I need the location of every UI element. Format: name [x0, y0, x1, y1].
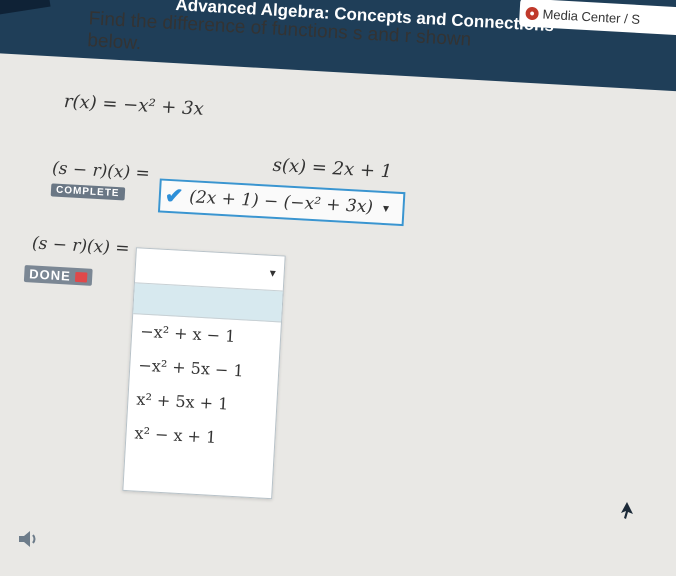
- activity-stage: Advanced Algebra: Concepts and Connectio…: [0, 0, 676, 571]
- complete-badge: COMPLETE: [50, 183, 125, 201]
- flag-icon: [74, 271, 88, 283]
- step1-answer: (2x + 1) − (−x² + 3x): [188, 187, 374, 218]
- dropdown-option[interactable]: x² − x + 1: [126, 416, 276, 458]
- chevron-down-icon[interactable]: ▾: [269, 266, 276, 280]
- step2-label: (s − r)(x) =: [31, 233, 131, 259]
- function-s: s(x) = 2x + 1: [272, 154, 393, 183]
- media-center-label: Media Center / S: [542, 6, 641, 27]
- function-r: r(x) = −x² + 3x: [63, 90, 205, 120]
- chevron-down-icon[interactable]: ▾: [383, 201, 390, 215]
- step1-label: (s − r)(x) =: [51, 158, 151, 184]
- done-label: DONE: [28, 266, 72, 284]
- done-badge[interactable]: DONE: [23, 265, 93, 286]
- step2-dropdown[interactable]: ▾ −x² + x − 1 −x² + 5x − 1 x² + 5x + 1 x…: [122, 247, 286, 500]
- media-center-icon: ●: [525, 6, 539, 20]
- check-icon: ✔: [164, 182, 184, 209]
- step1-answer-select[interactable]: ✔ (2x + 1) − (−x² + 3x) ▾: [157, 178, 406, 227]
- mouse-cursor-icon: [621, 502, 633, 519]
- speaker-icon[interactable]: [16, 528, 40, 550]
